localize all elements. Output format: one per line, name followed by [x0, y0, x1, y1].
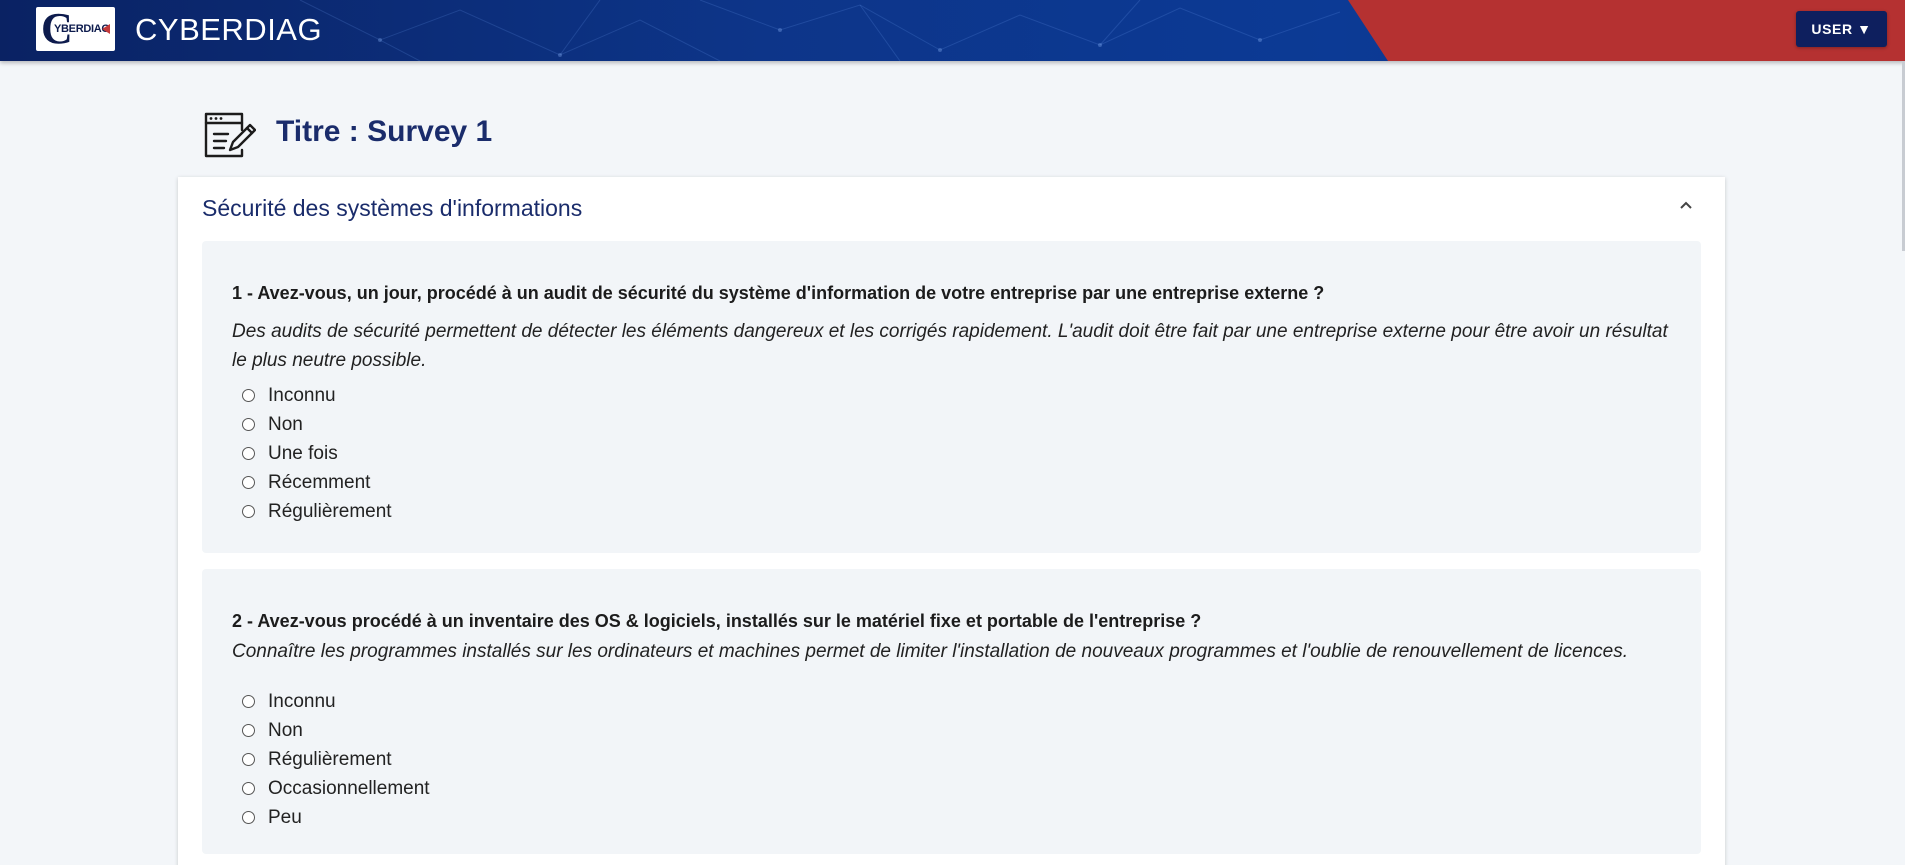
radio-option[interactable]: Non: [242, 410, 392, 439]
radio-button[interactable]: [242, 505, 255, 518]
radio-button[interactable]: [242, 811, 255, 824]
question-text: 2 - Avez-vous procédé à un inventaire de…: [232, 611, 1202, 631]
user-menu-button[interactable]: USER ▼: [1796, 11, 1887, 47]
section-title[interactable]: Sécurité des systèmes d'informations: [202, 195, 582, 222]
radio-button[interactable]: [242, 447, 255, 460]
radio-button[interactable]: [242, 695, 255, 708]
chevron-up-icon[interactable]: [1678, 197, 1694, 213]
radio-button[interactable]: [242, 418, 255, 431]
radio-label: Inconnu: [268, 384, 336, 406]
radio-option[interactable]: Inconnu: [242, 381, 392, 410]
question-text: 1 - Avez-vous, un jour, procédé à un aud…: [232, 283, 1325, 303]
page-title: Titre : Survey 1: [276, 115, 493, 148]
radio-option[interactable]: Occasionnellement: [242, 774, 430, 803]
radio-option[interactable]: Récemment: [242, 468, 392, 497]
question-description: Connaître les programmes installés sur l…: [232, 641, 1629, 662]
radio-button[interactable]: [242, 724, 255, 737]
radio-option[interactable]: Régulièrement: [242, 497, 392, 526]
radio-button[interactable]: [242, 389, 255, 402]
top-app-bar: C YBERDIAG CYBERDIAG USER ▼: [0, 0, 1905, 61]
radio-option[interactable]: Non: [242, 716, 430, 745]
logo[interactable]: C YBERDIAG: [36, 7, 115, 51]
radio-label: Une fois: [268, 442, 338, 464]
radio-label: Non: [268, 413, 303, 435]
question-description: Des audits de sécurité permettent de dét…: [232, 321, 1668, 371]
radio-label: Non: [268, 719, 303, 741]
radio-group: Inconnu Non Régulièrement Occasionnellem…: [242, 687, 430, 832]
radio-label: Régulièrement: [268, 500, 392, 522]
logo-text: YBERDIAG: [54, 23, 110, 35]
question-card: 2 - Avez-vous procédé à un inventaire de…: [202, 569, 1701, 854]
radio-group: Inconnu Non Une fois Récemment Régulière…: [242, 381, 392, 526]
survey-section-card: Sécurité des systèmes d'informations 1 -…: [178, 177, 1725, 865]
radio-button[interactable]: [242, 753, 255, 766]
radio-option[interactable]: Peu: [242, 803, 430, 832]
radio-label: Occasionnellement: [268, 777, 430, 799]
radio-label: Inconnu: [268, 690, 336, 712]
radio-button[interactable]: [242, 782, 255, 795]
radio-label: Peu: [268, 806, 302, 828]
radio-option[interactable]: Inconnu: [242, 687, 430, 716]
radio-option[interactable]: Une fois: [242, 439, 392, 468]
question-card: 1 - Avez-vous, un jour, procédé à un aud…: [202, 241, 1701, 553]
radio-button[interactable]: [242, 476, 255, 489]
edit-document-icon: [204, 112, 256, 158]
radio-option[interactable]: Régulièrement: [242, 745, 430, 774]
radio-label: Récemment: [268, 471, 371, 493]
radio-label: Régulièrement: [268, 748, 392, 770]
app-title: CYBERDIAG: [135, 12, 323, 47]
